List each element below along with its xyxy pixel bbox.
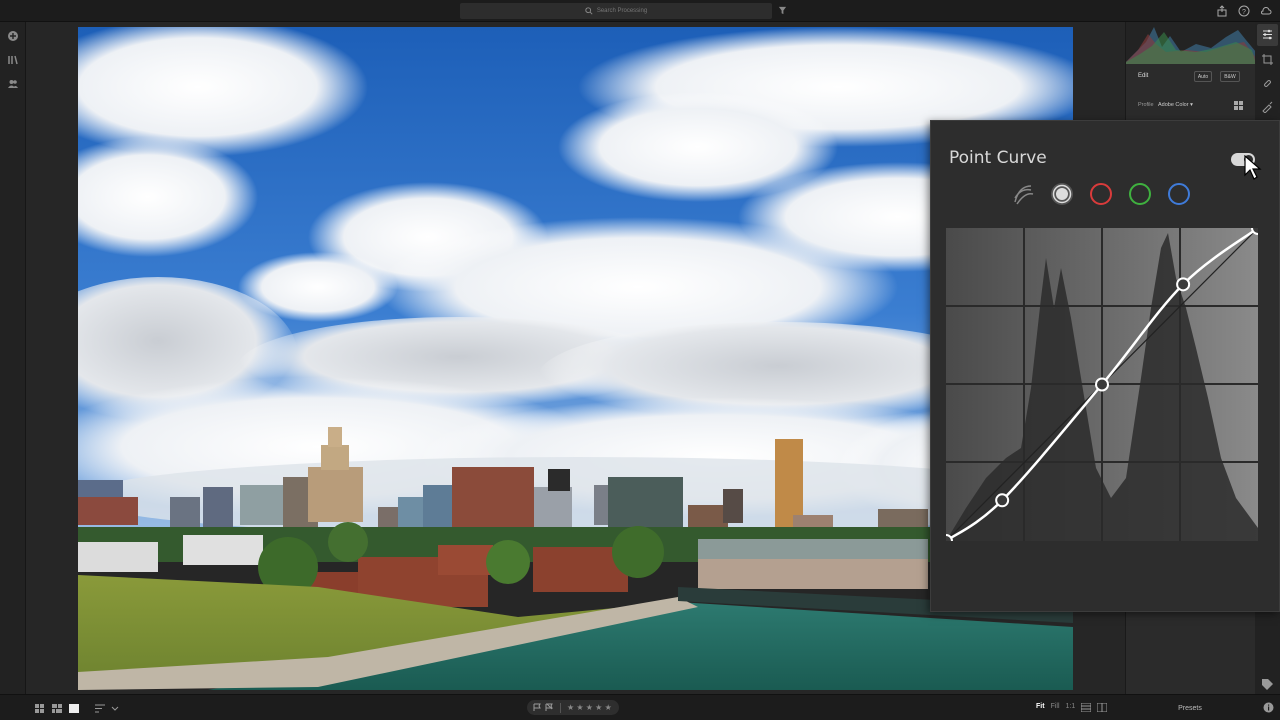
curve-control-point[interactable] bbox=[1176, 277, 1191, 292]
info-icon[interactable] bbox=[1263, 702, 1274, 713]
star-rating[interactable]: ★ ★ ★ ★ ★ bbox=[567, 703, 612, 712]
zoom-options: Fit Fill 1:1 bbox=[1036, 703, 1108, 712]
brush-icon[interactable] bbox=[1261, 100, 1274, 113]
healing-icon[interactable] bbox=[1261, 77, 1274, 90]
compare-icon[interactable] bbox=[1081, 703, 1092, 712]
channel-selector bbox=[1011, 182, 1191, 208]
edit-label: Edit bbox=[1138, 73, 1149, 79]
tag-icon[interactable] bbox=[1261, 678, 1274, 691]
photo-grid-icon[interactable] bbox=[52, 704, 62, 713]
profile-label: Profile bbox=[1138, 102, 1154, 108]
app-window: Search Processing ? Edit Auto B&W Profil… bbox=[0, 0, 1280, 720]
filter-icon[interactable] bbox=[778, 6, 787, 15]
left-toolbar bbox=[0, 22, 26, 694]
search-input[interactable]: Search Processing bbox=[460, 3, 772, 19]
crop-icon[interactable] bbox=[1261, 53, 1274, 66]
add-photos-icon[interactable] bbox=[7, 30, 19, 42]
help-icon[interactable]: ? bbox=[1238, 4, 1250, 17]
before-after-icon[interactable] bbox=[1097, 703, 1108, 712]
bw-button[interactable]: B&W bbox=[1220, 71, 1240, 82]
point-curve-title: Point Curve bbox=[949, 148, 1047, 168]
divider bbox=[560, 702, 561, 713]
zoom-one-to-one[interactable]: 1:1 bbox=[1066, 703, 1076, 712]
sort-chevron-down-icon[interactable] bbox=[111, 704, 119, 713]
curve-control-point[interactable] bbox=[995, 493, 1010, 508]
presets-button[interactable]: Presets bbox=[1125, 695, 1255, 720]
edit-sliders-icon[interactable] bbox=[1261, 28, 1274, 41]
svg-text:?: ? bbox=[1242, 9, 1246, 16]
curve-control-point[interactable] bbox=[1095, 377, 1109, 392]
rating-flag-group: ★ ★ ★ ★ ★ bbox=[527, 700, 619, 715]
share-icon[interactable] bbox=[1216, 4, 1228, 17]
search-placeholder: Search Processing bbox=[596, 8, 648, 14]
histogram bbox=[1126, 22, 1256, 64]
green-channel-icon[interactable] bbox=[1128, 182, 1152, 206]
bottom-bar: ★ ★ ★ ★ ★ Fit Fill 1:1 Presets bbox=[0, 694, 1280, 720]
zoom-fill[interactable]: Fill bbox=[1051, 703, 1060, 712]
library-icon[interactable] bbox=[7, 54, 19, 66]
pick-flag-icon[interactable] bbox=[533, 703, 542, 712]
point-curve-panel: Point Curve bbox=[930, 120, 1280, 612]
people-icon[interactable] bbox=[7, 78, 19, 90]
profile-row: Profile Adobe Color ▾ bbox=[1126, 97, 1256, 115]
reject-flag-icon[interactable] bbox=[545, 703, 554, 712]
search-icon bbox=[585, 7, 593, 15]
parametric-curve-icon[interactable] bbox=[1011, 182, 1035, 206]
auto-button[interactable]: Auto bbox=[1194, 71, 1212, 82]
mouse-cursor-icon bbox=[1244, 155, 1262, 180]
profile-browser-icon[interactable] bbox=[1234, 101, 1243, 110]
profile-dropdown[interactable]: Adobe Color ▾ bbox=[1158, 102, 1193, 108]
tone-curve-graph[interactable] bbox=[946, 228, 1258, 541]
photo-image bbox=[78, 27, 1073, 690]
rgb-channel-icon[interactable] bbox=[1050, 182, 1074, 206]
edit-header: Edit Auto B&W bbox=[1126, 68, 1256, 86]
top-bar: Search Processing ? bbox=[0, 0, 1280, 22]
red-channel-icon[interactable] bbox=[1089, 182, 1113, 206]
main-photo[interactable] bbox=[78, 27, 1073, 690]
square-grid-icon[interactable] bbox=[35, 704, 45, 713]
cloud-icon[interactable] bbox=[1260, 4, 1272, 16]
zoom-fit[interactable]: Fit bbox=[1036, 703, 1045, 712]
detail-view-icon[interactable] bbox=[69, 704, 79, 713]
sort-icon[interactable] bbox=[95, 704, 105, 713]
blue-channel-icon[interactable] bbox=[1167, 182, 1191, 206]
